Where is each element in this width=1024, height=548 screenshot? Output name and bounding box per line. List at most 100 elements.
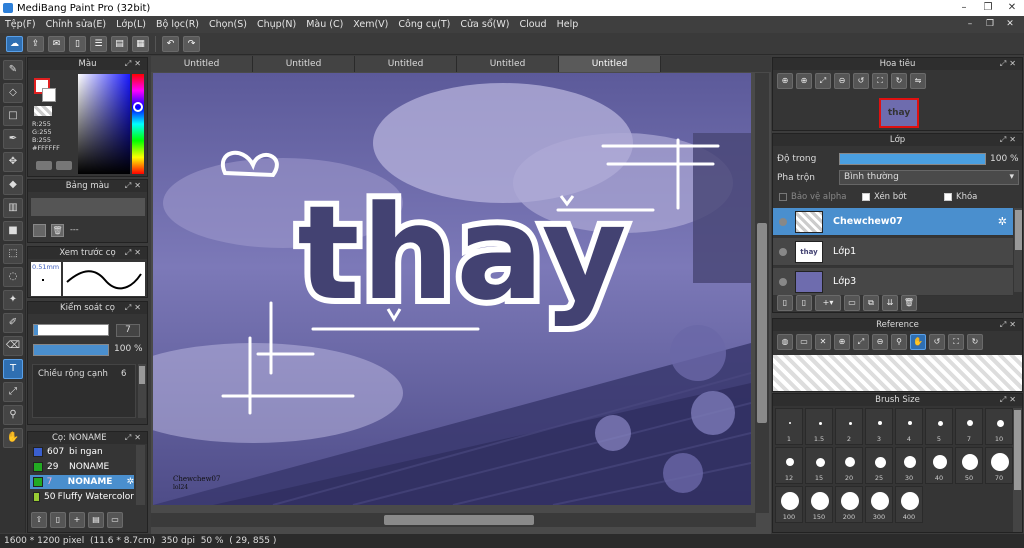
brush-size-cell[interactable]: 300: [865, 486, 893, 523]
eyedropper-icon[interactable]: ⚲: [891, 334, 907, 350]
background-color-swatch[interactable]: [42, 88, 56, 102]
brush-size-cell[interactable]: 30: [895, 447, 923, 484]
panel-controls-icon[interactable]: ⤢✕: [1000, 394, 1019, 406]
magic-wand-icon[interactable]: ✦: [3, 290, 23, 310]
brush-size-slider[interactable]: [33, 324, 109, 336]
brush-size-cell[interactable]: 100: [775, 486, 803, 523]
select-rect-icon[interactable]: ⬚: [3, 244, 23, 264]
undo-button[interactable]: ↶: [162, 35, 179, 52]
add-layer-menu-icon[interactable]: +▾: [815, 295, 841, 311]
operation-icon[interactable]: ⤢: [3, 382, 23, 402]
doc-close-button[interactable]: ✕: [1000, 16, 1020, 33]
brush-size-cell[interactable]: 15: [805, 447, 833, 484]
menu-cloud[interactable]: Cloud: [514, 19, 551, 30]
brush-size-cell[interactable]: 50: [955, 447, 983, 484]
panel-controls-icon[interactable]: ⤢✕: [125, 247, 144, 259]
blend-mode-select[interactable]: Bình thường ▾: [839, 170, 1019, 185]
page-icon[interactable]: ▯: [69, 35, 86, 52]
zoom-out-icon[interactable]: ⊖: [834, 73, 850, 89]
fit-icon[interactable]: ⤢: [815, 73, 831, 89]
menu-layer[interactable]: Lớp(L): [111, 19, 151, 30]
canvas-horizontal-thumb[interactable]: [384, 515, 534, 525]
duplicate-layer-icon[interactable]: ⧉: [863, 295, 879, 311]
brush-size-cell[interactable]: 400: [895, 486, 923, 523]
menu-help[interactable]: Help: [552, 19, 584, 30]
rotate-left-icon[interactable]: ↺: [853, 73, 869, 89]
globe-icon[interactable]: ◍: [777, 334, 793, 350]
menu-select[interactable]: Chọn(S): [204, 19, 252, 30]
new-brush-icon[interactable]: ▯: [50, 512, 66, 528]
brush-size-cell[interactable]: 5: [925, 408, 953, 445]
color-add-button[interactable]: [36, 161, 52, 170]
zoom-in-icon[interactable]: ⊕: [834, 334, 850, 350]
move-icon[interactable]: ✥: [3, 152, 23, 172]
menu-filter[interactable]: Bộ lọc(R): [151, 19, 204, 30]
layer-row-lop1[interactable]: thay Lớp1: [773, 238, 1013, 266]
layer-list-scrollbar[interactable]: [1014, 208, 1022, 292]
visibility-eye-icon[interactable]: [779, 277, 787, 286]
select-pen-icon[interactable]: ✐: [3, 313, 23, 333]
brush-size-cell[interactable]: 70: [985, 447, 1013, 484]
menu-edit[interactable]: Chỉnh sửa(E): [41, 19, 112, 30]
panel-controls-icon[interactable]: ⤢✕: [125, 180, 144, 192]
gear-icon[interactable]: ✲: [998, 215, 1007, 228]
panel-controls-icon[interactable]: ⤢✕: [125, 302, 144, 314]
new-layer-icon[interactable]: ▯: [777, 295, 793, 311]
brush-size-thumb[interactable]: [1014, 410, 1021, 490]
rotate-right-icon[interactable]: ↻: [891, 73, 907, 89]
layer-opacity-slider[interactable]: [839, 153, 986, 165]
brush-size-cell[interactable]: 150: [805, 486, 833, 523]
brush-size-cell[interactable]: 40: [925, 447, 953, 484]
visibility-eye-icon[interactable]: [779, 247, 787, 256]
share-icon[interactable]: ⇪: [27, 35, 44, 52]
tab-untitled-5[interactable]: Untitled: [559, 56, 661, 72]
brush-options-scrollbar[interactable]: [138, 364, 146, 418]
doc-minimize-button[interactable]: –: [960, 16, 980, 33]
panel-controls-icon[interactable]: ⤢✕: [125, 432, 144, 444]
brush-size-cell[interactable]: 25: [865, 447, 893, 484]
brush-size-scrollbar[interactable]: [1013, 408, 1022, 532]
text-icon[interactable]: T: [3, 359, 23, 379]
tab-untitled-4[interactable]: Untitled: [457, 56, 559, 72]
minimize-button[interactable]: –: [952, 0, 976, 16]
layer-row-chewchew07[interactable]: Chewchew07 ✲: [773, 208, 1013, 236]
brush-list-item[interactable]: 29 NONAME: [30, 460, 134, 474]
open-folder-icon[interactable]: ▭: [796, 334, 812, 350]
rotate-right-icon[interactable]: ↻: [967, 334, 983, 350]
eraser-icon[interactable]: ◇: [3, 83, 23, 103]
brush-size-cell[interactable]: 3: [865, 408, 893, 445]
new-palette-icon[interactable]: [33, 224, 46, 237]
brush-size-cell[interactable]: 1: [775, 408, 803, 445]
tab-untitled-2[interactable]: Untitled: [253, 56, 355, 72]
brush-list-item[interactable]: 607 bi ngan: [30, 445, 134, 459]
fill-rect-icon[interactable]: ■: [3, 221, 23, 241]
menu-color[interactable]: Màu (C): [301, 19, 348, 30]
menu-file[interactable]: Tệp(F): [0, 19, 41, 30]
brush-size-cell[interactable]: 10: [985, 408, 1013, 445]
doc-restore-button[interactable]: ❐: [980, 16, 1000, 33]
gear-icon[interactable]: ✲: [126, 477, 134, 487]
gradient-icon[interactable]: ▥: [3, 198, 23, 218]
zoom-in-icon[interactable]: ⊕: [777, 73, 793, 89]
tab-untitled-3[interactable]: Untitled: [355, 56, 457, 72]
panel-controls-icon[interactable]: ⤢✕: [125, 58, 144, 70]
menu-snap[interactable]: Chụp(N): [252, 19, 301, 30]
canvas-vertical-scrollbar[interactable]: [755, 73, 769, 513]
merge-layer-icon[interactable]: ⇊: [882, 295, 898, 311]
brush-size-cell[interactable]: 20: [835, 447, 863, 484]
hue-handle[interactable]: [133, 102, 143, 112]
hand-icon[interactable]: ✋: [910, 334, 926, 350]
panel-controls-icon[interactable]: ⤢✕: [1000, 134, 1019, 146]
canvas-vertical-thumb[interactable]: [757, 223, 767, 423]
add-brush-icon[interactable]: +: [69, 512, 85, 528]
brush-list-item-selected[interactable]: 7 NONAME ✲: [30, 475, 134, 489]
fullscreen-icon[interactable]: ⛶: [948, 334, 964, 350]
comment-icon[interactable]: ✉: [48, 35, 65, 52]
brush-menu-icon[interactable]: ▤: [88, 512, 104, 528]
rotate-left-icon[interactable]: ↺: [929, 334, 945, 350]
document-icon[interactable]: ☰: [90, 35, 107, 52]
fullscreen-icon[interactable]: ⛶: [872, 73, 888, 89]
edge-width-value[interactable]: 6: [121, 369, 126, 379]
eyedropper-icon[interactable]: ⚲: [3, 405, 23, 425]
hand-icon[interactable]: ✋: [3, 428, 23, 448]
